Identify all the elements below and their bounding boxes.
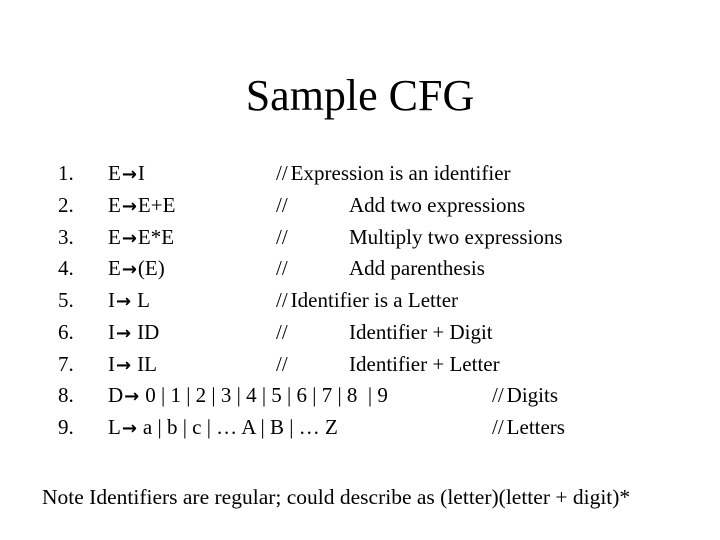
comment-text: Identifier + Digit	[349, 320, 493, 344]
rule-comment: //Identifier is a Letter	[276, 284, 458, 316]
production-rule: I→ IL	[108, 348, 157, 382]
production-rule: L→ a | b | c | … A | B | … Z	[108, 411, 338, 445]
rule-number: 5.	[58, 288, 74, 312]
comment-text: Identifier is a Letter	[290, 288, 459, 312]
rule-number: 3.	[58, 225, 74, 249]
rule-rhs: a | b | c | … A | B | … Z	[142, 415, 338, 439]
rule-comment: //Digits	[492, 379, 558, 411]
rule-rhs: E+E	[137, 193, 176, 217]
rule-lhs: I	[108, 320, 115, 344]
rule-lhs: I	[108, 352, 115, 376]
comment-slashes: //	[276, 225, 288, 249]
production-rule: E→E*E	[108, 221, 174, 255]
production-rule: E→E+E	[108, 189, 175, 223]
rule-comment: //Expression is an identifier	[276, 157, 511, 189]
rule-lhs: I	[108, 288, 115, 312]
comment-text: Digits	[506, 383, 559, 407]
production-rule: I→ ID	[108, 316, 159, 350]
comment-slashes: //	[276, 256, 288, 280]
rule-rhs: E*E	[137, 225, 175, 249]
grammar-rule-row: 3. E→E*E // Multiply two expressions	[0, 221, 720, 253]
grammar-rule-row: 7. I→ IL // Identifier + Letter	[0, 348, 720, 380]
arrow-right-icon: →	[121, 196, 137, 217]
production-rule: E→I	[108, 157, 145, 191]
arrow-right-icon: →	[121, 259, 137, 280]
rule-number: 1.	[58, 161, 74, 185]
grammar-rule-row: 5. I→ L //Identifier is a Letter	[0, 284, 720, 316]
rule-rhs: L	[137, 288, 150, 312]
comment-slashes: //	[276, 161, 288, 185]
comment-slashes: //	[276, 352, 288, 376]
production-rule: E→(E)	[108, 252, 165, 286]
rule-lhs: D	[108, 383, 124, 407]
rule-rhs: (E)	[137, 256, 165, 280]
arrow-right-icon: →	[116, 355, 132, 376]
rule-rhs: 0 | 1 | 2 | 3 | 4 | 5 | 6 | 7 | 8 | 9	[145, 383, 388, 407]
arrow-right-icon: →	[121, 164, 137, 185]
grammar-rule-row: 2. E→E+E // Add two expressions	[0, 189, 720, 221]
rule-number: 8.	[58, 383, 74, 407]
rule-rhs: I	[137, 161, 145, 185]
arrow-right-icon: →	[124, 386, 140, 407]
comment-slashes: //	[492, 383, 504, 407]
comment-slashes: //	[276, 193, 288, 217]
rule-rhs: IL	[137, 352, 157, 376]
rule-number: 2.	[58, 193, 74, 217]
arrow-right-icon: →	[121, 418, 137, 439]
comment-text: Add parenthesis	[349, 256, 485, 280]
rule-lhs: L	[108, 415, 121, 439]
rule-number: 6.	[58, 320, 74, 344]
comment-slashes: //	[492, 415, 504, 439]
rule-number: 9.	[58, 415, 74, 439]
comment-text: Identifier + Letter	[349, 352, 500, 376]
grammar-rule-row: 1. E→I //Expression is an identifier	[0, 157, 720, 189]
grammar-rule-row: 9. L→ a | b | c | … A | B | … Z //Letters	[0, 411, 720, 443]
note-text: Note Identifiers are regular; could desc…	[42, 485, 631, 509]
rule-lhs: E	[108, 225, 121, 249]
slide-title: Sample CFG	[245, 71, 475, 120]
rule-comment: //Letters	[492, 411, 565, 443]
production-rule: I→ L	[108, 284, 150, 318]
comment-text: Expression is an identifier	[290, 161, 511, 185]
comment-slashes: //	[276, 320, 288, 344]
arrow-right-icon: →	[116, 291, 132, 312]
comment-text: Add two expressions	[349, 193, 526, 217]
rule-lhs: E	[108, 256, 121, 280]
comment-text: Multiply two expressions	[349, 225, 563, 249]
rule-number: 4.	[58, 256, 74, 280]
rule-lhs: E	[108, 161, 121, 185]
rule-lhs: E	[108, 193, 121, 217]
arrow-right-icon: →	[116, 323, 132, 344]
grammar-rule-row: 4. E→(E) // Add parenthesis	[0, 252, 720, 284]
grammar-rule-row: 8. D→ 0 | 1 | 2 | 3 | 4 | 5 | 6 | 7 | 8 | …	[0, 379, 720, 411]
production-rule: D→ 0 | 1 | 2 | 3 | 4 | 5 | 6 | 7 | 8 | 9	[108, 379, 388, 413]
grammar-rule-row: 6. I→ ID // Identifier + Digit	[0, 316, 720, 348]
rule-number: 7.	[58, 352, 74, 376]
rule-rhs: ID	[137, 320, 160, 344]
comment-text: Letters	[506, 415, 565, 439]
comment-slashes: //	[276, 288, 288, 312]
arrow-right-icon: →	[121, 228, 137, 249]
